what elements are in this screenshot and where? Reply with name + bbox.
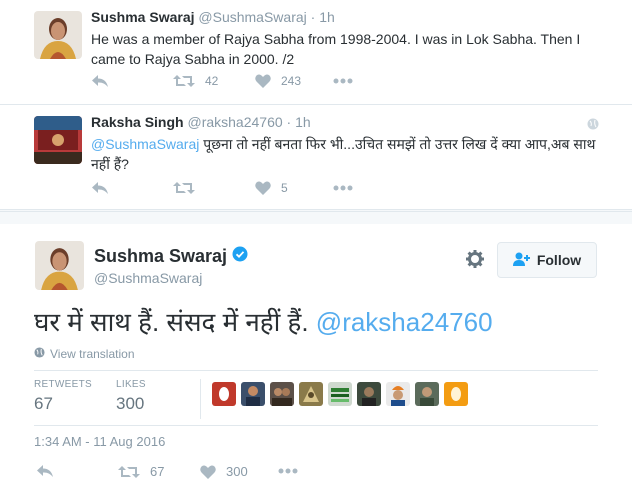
like-button[interactable]: 300 xyxy=(200,464,248,479)
globe-icon xyxy=(587,117,599,135)
reply-button[interactable] xyxy=(91,181,109,195)
more-icon xyxy=(333,185,353,191)
liker-avatar[interactable] xyxy=(386,382,410,406)
tweet-sushma-1[interactable]: Sushma Swaraj @SushmaSwaraj · 1h He was … xyxy=(0,0,632,105)
retweet-button[interactable]: 42 xyxy=(173,74,218,88)
avatar[interactable] xyxy=(35,241,84,290)
likes-stat[interactable]: LIKES 300 xyxy=(116,379,146,414)
globe-icon xyxy=(34,347,45,361)
liker-avatar[interactable] xyxy=(415,382,439,406)
author-handle[interactable]: @raksha24760 xyxy=(187,114,282,130)
like-count: 300 xyxy=(226,464,248,479)
retweet-icon xyxy=(173,74,195,88)
reply-icon xyxy=(91,74,109,88)
tweet-text: @SushmaSwaraj पूछना तो नहीं बनता फिर भी.… xyxy=(91,134,601,174)
mention-link[interactable]: @raksha24760 xyxy=(316,307,493,337)
liker-avatar[interactable] xyxy=(299,382,323,406)
like-count: 243 xyxy=(281,74,302,88)
liker-avatar[interactable] xyxy=(328,382,352,406)
more-button[interactable] xyxy=(333,185,353,191)
liker-avatar[interactable] xyxy=(270,382,294,406)
like-button[interactable]: 243 xyxy=(255,74,301,88)
retweet-icon xyxy=(118,465,140,479)
author-name-row: Sushma Swaraj xyxy=(94,246,248,267)
heart-icon xyxy=(255,74,271,88)
liker-avatar[interactable] xyxy=(241,382,265,406)
retweet-icon xyxy=(173,181,195,195)
view-translation-label: View translation xyxy=(50,347,135,361)
tweet-header: Sushma Swaraj @SushmaSwaraj · 1h xyxy=(91,9,335,25)
avatar[interactable] xyxy=(34,11,82,59)
follow-person-icon xyxy=(512,252,531,269)
verified-icon xyxy=(232,246,248,267)
tweet-body: घर में साथ हैं. संसद में नहीं हैं. xyxy=(34,307,316,337)
view-translation-link[interactable]: View translation xyxy=(34,347,135,361)
tweet-stats: RETWEETS 67 LIKES 300 xyxy=(34,370,598,426)
retweet-button[interactable] xyxy=(173,181,205,195)
follow-button[interactable]: Follow xyxy=(497,242,597,278)
gear-icon[interactable] xyxy=(466,250,484,273)
liker-avatar[interactable] xyxy=(357,382,381,406)
heart-icon xyxy=(255,181,271,195)
reply-button[interactable] xyxy=(91,74,109,88)
liker-avatars xyxy=(212,382,468,406)
author-handle[interactable]: @SushmaSwaraj xyxy=(94,270,202,286)
author-name[interactable]: Sushma Swaraj xyxy=(94,246,227,267)
heart-icon xyxy=(200,465,216,479)
avatar[interactable] xyxy=(34,116,82,164)
liker-avatar[interactable] xyxy=(212,382,236,406)
retweet-count: 42 xyxy=(205,74,219,88)
retweets-value: 67 xyxy=(34,394,53,413)
retweet-button[interactable]: 67 xyxy=(118,464,164,479)
reply-icon xyxy=(91,181,109,195)
likes-label: LIKES xyxy=(116,379,146,390)
follow-label: Follow xyxy=(536,252,582,268)
mention-link[interactable]: @SushmaSwaraj xyxy=(91,136,199,152)
retweets-label: RETWEETS xyxy=(34,379,92,390)
reply-icon xyxy=(36,464,54,478)
tweet-header: Raksha Singh @raksha24760 · 1h xyxy=(91,114,311,130)
author-handle[interactable]: @SushmaSwaraj xyxy=(198,9,306,25)
liker-avatar[interactable] xyxy=(444,382,468,406)
author-name[interactable]: Raksha Singh xyxy=(91,114,184,130)
likes-value: 300 xyxy=(116,394,145,413)
tweet-date[interactable]: 1:34 AM - 11 Aug 2016 xyxy=(34,434,165,449)
more-icon xyxy=(333,78,353,84)
timestamp[interactable]: 1h xyxy=(295,114,311,130)
author-name[interactable]: Sushma Swaraj xyxy=(91,9,195,25)
permalink-tweet: Sushma Swaraj @SushmaSwaraj Follow घर मे… xyxy=(0,211,632,495)
reply-button[interactable] xyxy=(36,464,54,478)
more-button[interactable] xyxy=(333,78,353,84)
more-button[interactable] xyxy=(278,468,298,474)
separator: · xyxy=(310,9,316,25)
retweets-stat[interactable]: RETWEETS 67 xyxy=(34,379,92,414)
tweet-raksha[interactable]: Raksha Singh @raksha24760 · 1h @SushmaSw… xyxy=(0,105,632,210)
stats-divider xyxy=(200,379,201,419)
retweet-count: 67 xyxy=(150,464,165,479)
like-count: 5 xyxy=(281,181,288,195)
more-icon xyxy=(278,468,298,474)
tweet-text: घर में साथ हैं. संसद में नहीं हैं. @raks… xyxy=(34,305,493,339)
separator: · xyxy=(286,114,292,130)
tweet-text: He was a member of Rajya Sabha from 1998… xyxy=(91,31,581,67)
like-button[interactable]: 5 xyxy=(255,181,288,195)
timestamp[interactable]: 1h xyxy=(319,9,335,25)
